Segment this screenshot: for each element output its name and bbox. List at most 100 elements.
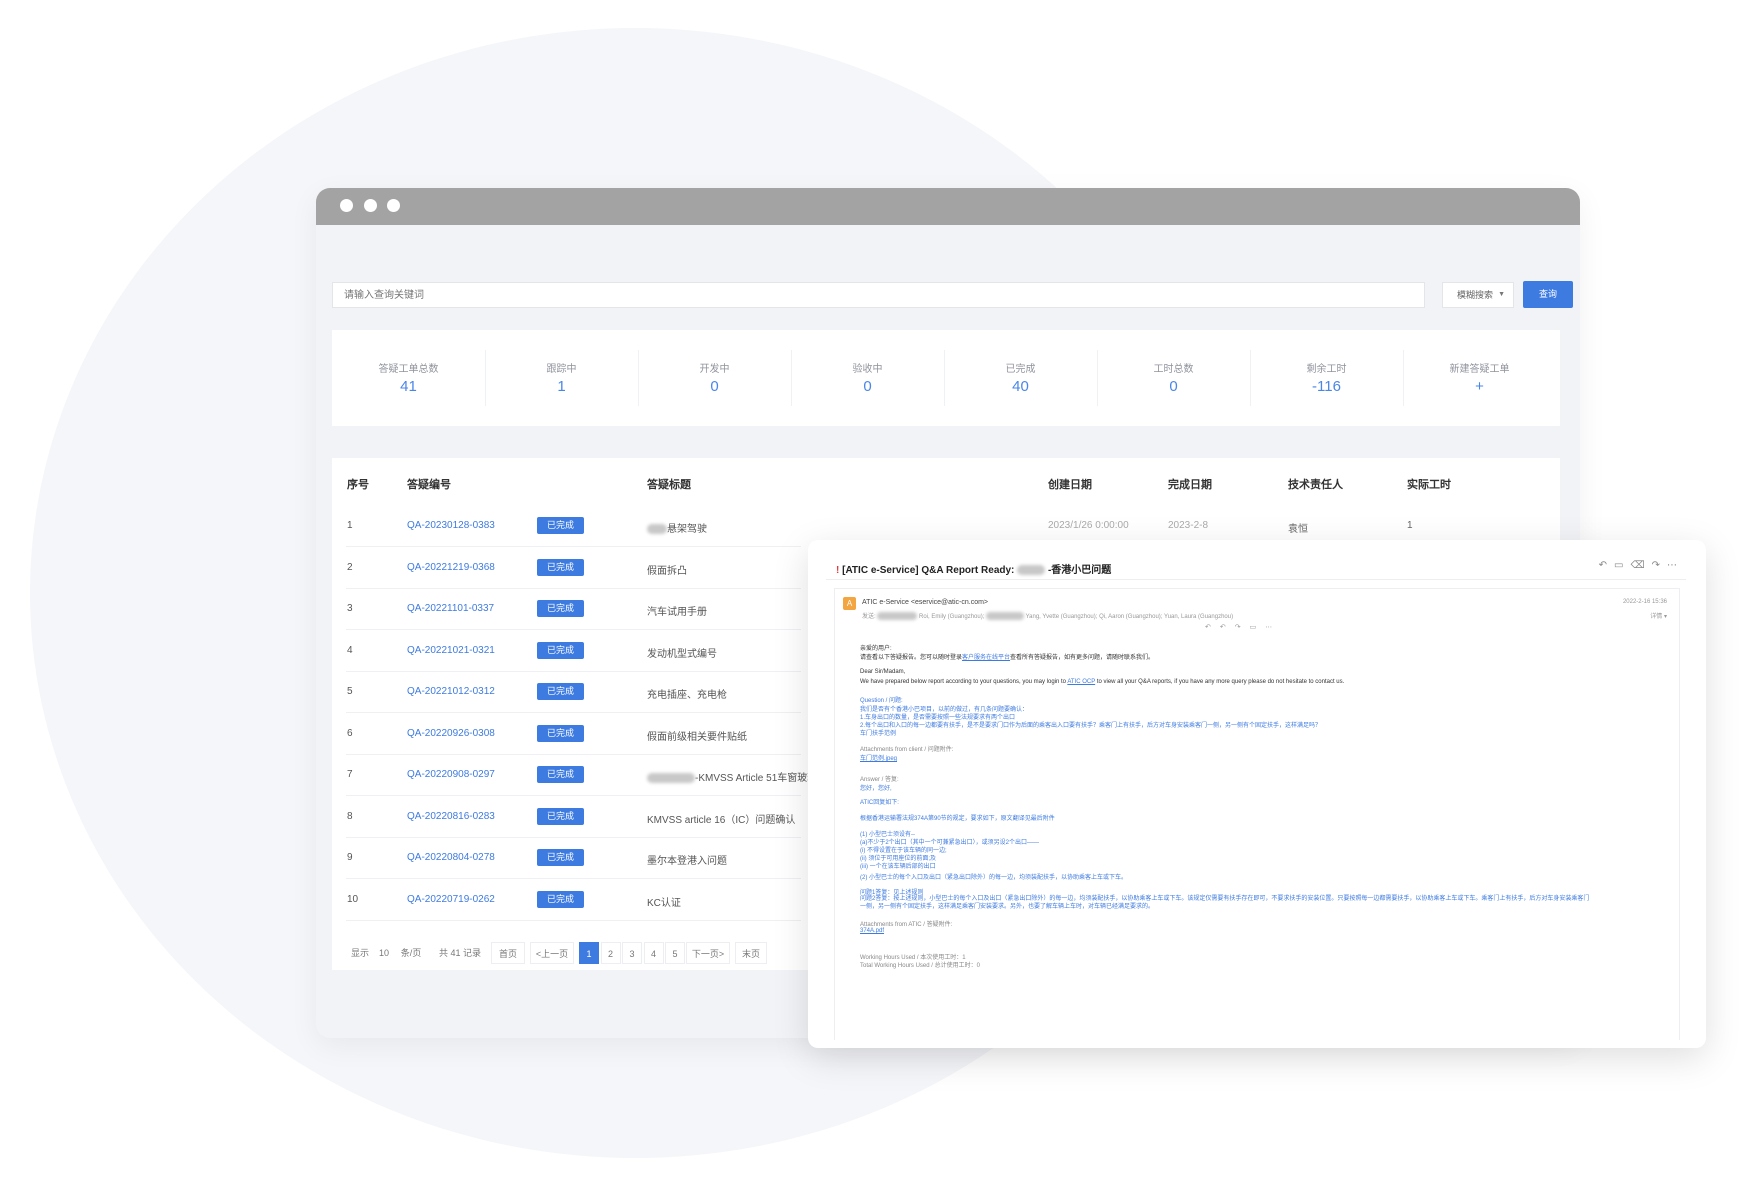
trash-icon[interactable]: ⌫ [1630,560,1651,571]
stat-card: 开发中 0 [638,330,791,426]
ticket-title[interactable]: KMVSS article 16（IC）问题确认 [647,811,795,826]
ticket-title[interactable]: 充电插座、充电枪 [647,686,727,701]
row-index: 5 [347,686,353,697]
page-button[interactable]: 5 [665,942,685,964]
status-badge: 已完成 [537,890,584,908]
window-dot-1[interactable] [340,199,353,212]
ticket-title[interactable]: 假面前级相关要件贴纸 [647,728,747,743]
status-badge: 已完成 [537,683,584,700]
stat-divider [1403,350,1404,406]
row-index: 4 [347,644,353,656]
ticket-title-text: -KMVSS Article 51车窗玻璃 [695,773,818,784]
search-mode-select[interactable]: 模糊搜索 ▼ [1442,282,1514,308]
more-icon[interactable]: ⋯ [1265,624,1281,631]
email-window: ! [ATIC e-Service] Q&A Report Ready: -香港… [808,540,1706,1048]
column-header-id: 答疑编号 [407,479,451,491]
forward-icon[interactable]: ↷ [1652,560,1667,571]
query-button[interactable]: 查询 [1523,281,1573,308]
recipients: 发送: Roi, Emily (Guangzhou); Yang, Yvette… [862,611,1233,621]
ticket-id-link[interactable]: QA-20220926-0308 [407,728,495,739]
attach-atic-file[interactable]: 374A.pdf [860,928,884,934]
ticket-id-link[interactable]: QA-20221021-0321 [407,645,495,656]
recipients-label: 发送: [862,614,876,620]
stat-label: 工时总数 [1153,364,1194,375]
ticket-id-link[interactable]: QA-20220719-0262 [407,894,495,905]
ticket-title[interactable]: 发动机型式编号 [647,645,717,660]
ticket-title[interactable]: 汽车试用手册 [647,603,707,618]
chevron-down-icon: ▼ [1498,291,1505,298]
ticket-id-link[interactable]: QA-20220816-0283 [407,811,495,822]
portal-link-cn[interactable]: 客户服务在线平台 [962,655,1010,661]
page-button[interactable]: 3 [622,942,642,964]
intro-cn-pre: 请查看以下答疑报告。您可以随时登录 [860,655,963,661]
ticket-title[interactable]: 墨尔本登港入问题 [647,852,727,867]
search-bar: 模糊搜索 ▼ 查询 [332,281,1573,308]
search-mode-label: 模糊搜索 [1457,290,1494,300]
forward-icon[interactable]: ↷ [1235,624,1250,631]
ticket-title[interactable]: KC认证 [647,894,681,909]
page-button[interactable]: 1 [579,942,599,964]
intro-en: We have prepared below report according … [860,679,1344,685]
ticket-id-link[interactable]: QA-20220908-0297 [407,769,495,780]
last-page-button[interactable]: 末页 [735,942,767,964]
stat-divider [638,350,639,406]
stat-card: 跟踪中 1 [485,330,638,426]
status-badge: 已完成 [537,807,584,825]
ticket-id-link[interactable]: QA-20220804-0278 [407,852,495,863]
more-icon[interactable]: ⋯ [1667,560,1684,571]
ticket-id-link[interactable]: QA-20221101-0337 [407,603,494,614]
stat-value: -116 [1312,378,1341,395]
first-page-button[interactable]: 首页 [491,942,525,964]
email-toolbar: ↶▭⌫↷⋯ [1599,560,1684,571]
status-badge: 已完成 [537,517,584,534]
next-page-button[interactable]: 下一页> [686,942,730,964]
reply-all-icon[interactable]: ↶ [1220,624,1235,631]
status-badge: 已完成 [537,600,584,617]
redacted-text [986,612,1025,621]
redacted-text [647,773,695,784]
reply-icon[interactable]: ↶ [1205,624,1220,631]
email-detail-label: 详情 [1650,614,1663,620]
ticket-title[interactable]: 假面拆凸 [647,562,687,577]
page-size-select[interactable]: 10 [374,942,394,964]
email-body: A ATIC e-Service <eservice@atic-cn.com> … [834,588,1680,1040]
stat-divider [791,350,792,406]
ticket-id-link[interactable]: QA-20221012-0312 [407,686,495,697]
intro-en-post: to view all your Q&A reports, if you hav… [1096,679,1345,685]
search-input[interactable] [332,282,1425,308]
qa-answer: 问题2答复：按上述规则，小型巴士的每个入口及出口（紧急出口除外）的每一边，均须装… [860,896,1590,910]
created-date: 2023/1/26 0:00:00 [1048,520,1129,531]
column-header-title: 答疑标题 [647,479,691,491]
prev-page-button[interactable]: <上一页 [530,942,574,964]
row-index: 2 [347,561,353,573]
window-dot-3[interactable] [387,199,400,212]
page-button[interactable]: 2 [600,942,621,964]
ticket-title[interactable]: -KMVSS Article 51车窗玻璃 [647,769,817,784]
row-index: 10 [347,893,359,905]
attach-client-file[interactable]: 车门范例.jpeg [860,753,897,762]
per-page-label: 条/页 [400,948,422,958]
folder-icon[interactable]: ▭ [1614,560,1630,571]
ticket-id-link[interactable]: QA-20221219-0368 [407,562,495,573]
row-divider [346,919,801,921]
sender-name[interactable]: ATIC e-Service <eservice@atic-cn.com> [862,599,988,606]
portal-link-en[interactable]: ATIC OCP [1067,679,1095,685]
window-dot-2[interactable] [364,199,377,212]
ticket-title[interactable]: 悬架驾驶 [647,520,707,535]
ticket-id-link[interactable]: QA-20230128-0383 [407,520,495,531]
pager-show-label: 显示 [350,948,369,958]
redacted-text [1017,565,1046,576]
stat-card[interactable]: 新建答疑工单 + [1403,330,1556,426]
stat-value[interactable]: + [1403,378,1556,395]
important-flag: ! [836,565,840,576]
question-line: 车门扶手范例 [860,731,897,737]
video-icon[interactable]: ▭ [1250,624,1266,631]
column-header-completed: 完成日期 [1168,479,1212,491]
page-button[interactable]: 4 [643,942,664,964]
answer-intro: 根据香港运输署法规374A第90节的规定，要求如下，原文翻译见最后附件 [860,816,1055,822]
row-index: 8 [347,810,353,822]
email-detail-link[interactable]: 详情 ▾ [1650,611,1667,620]
stat-label: 验收中 [852,364,883,375]
quick-actions: ↶↶↷▭⋯ [1205,623,1281,631]
reply-icon[interactable]: ↶ [1599,560,1614,571]
